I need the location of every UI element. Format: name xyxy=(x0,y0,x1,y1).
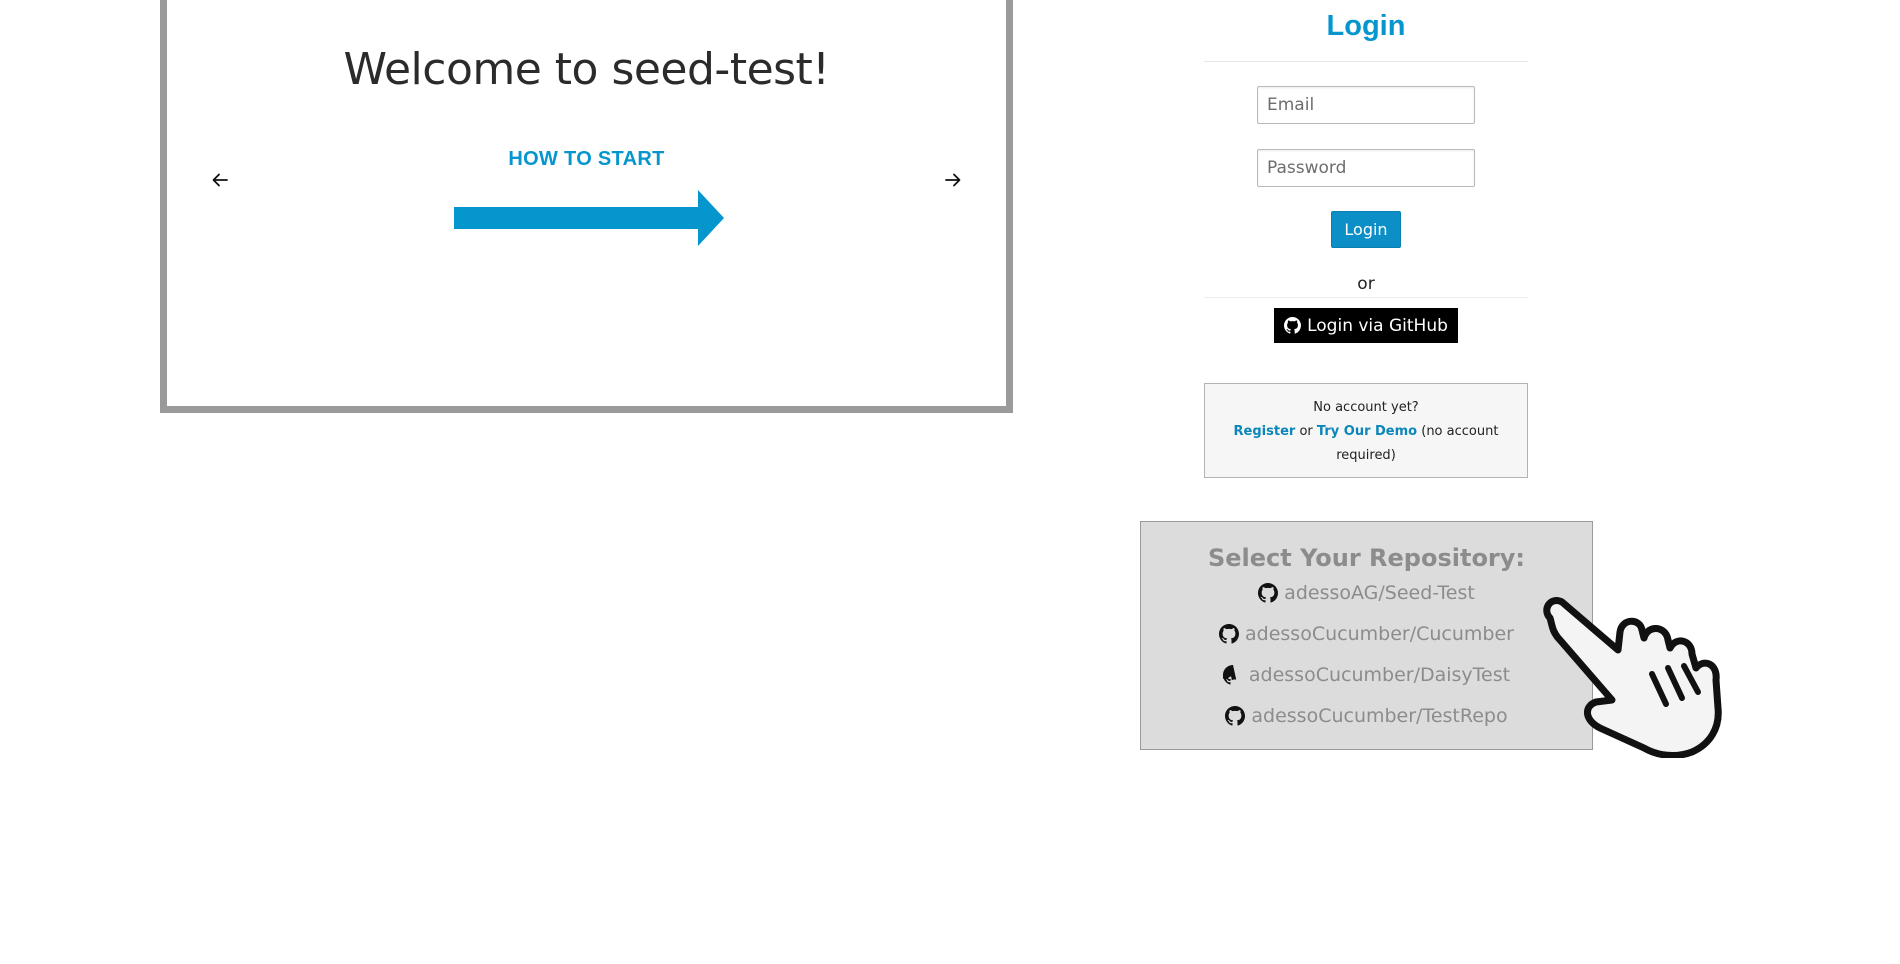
password-field[interactable] xyxy=(1257,149,1475,187)
repository-item[interactable]: adessoAG/Seed-Test xyxy=(1141,572,1592,613)
github-login-label: Login via GitHub xyxy=(1307,315,1448,336)
register-link[interactable]: Register xyxy=(1234,424,1296,439)
carousel-next-button[interactable] xyxy=(936,163,970,197)
try-demo-link[interactable]: Try Our Demo xyxy=(1317,424,1417,439)
arrow-left-icon xyxy=(212,173,228,187)
login-button[interactable]: Login xyxy=(1331,211,1401,248)
github-icon xyxy=(1219,623,1240,644)
repository-title: Select Your Repository: xyxy=(1207,544,1526,572)
repository-name: adessoCucumber/DaisyTest xyxy=(1248,663,1511,686)
repository-item[interactable]: adessoCucumber/Cucumber xyxy=(1141,613,1592,654)
github-icon xyxy=(1222,664,1237,685)
repository-item[interactable]: adessoCucumber/DaisyTest xyxy=(1141,654,1592,695)
github-icon xyxy=(1225,705,1246,726)
github-icon xyxy=(1258,582,1279,603)
or-divider: or xyxy=(1204,274,1528,298)
how-to-start-heading: HOW TO START xyxy=(508,148,665,170)
welcome-carousel: Welcome to seed-test! HOW TO START xyxy=(160,0,1013,413)
repository-item[interactable]: adessoCucumber/TestRepo xyxy=(1141,695,1592,736)
github-login-button[interactable]: Login via GitHub xyxy=(1274,308,1458,343)
email-field[interactable] xyxy=(1257,86,1475,124)
repository-name: adessoCucumber/Cucumber xyxy=(1245,622,1514,645)
pointing-hand-icon xyxy=(1543,597,1722,758)
login-panel: Login Login or Login via GitHub No accou… xyxy=(1204,0,1528,478)
repository-name: adessoCucumber/TestRepo xyxy=(1251,704,1508,727)
carousel-title: Welcome to seed-test! xyxy=(343,44,830,95)
login-heading: Login xyxy=(1204,8,1528,62)
or-word: or xyxy=(1299,424,1313,439)
github-icon xyxy=(1284,317,1302,334)
no-account-text: No account yet? xyxy=(1313,400,1419,415)
repository-list: adessoAG/Seed-Test adessoCucumber/Cucumb… xyxy=(1141,572,1592,736)
register-line: Register or Try Our Demo (no account req… xyxy=(1205,420,1527,468)
arrow-right-icon xyxy=(945,173,961,187)
repository-selection-box: Select Your Repository: adessoAG/Seed-Te… xyxy=(1140,521,1593,750)
no-account-box: No account yet? Register or Try Our Demo… xyxy=(1204,383,1528,478)
big-right-arrow-icon xyxy=(454,190,724,246)
repository-name: adessoAG/Seed-Test xyxy=(1284,581,1475,604)
